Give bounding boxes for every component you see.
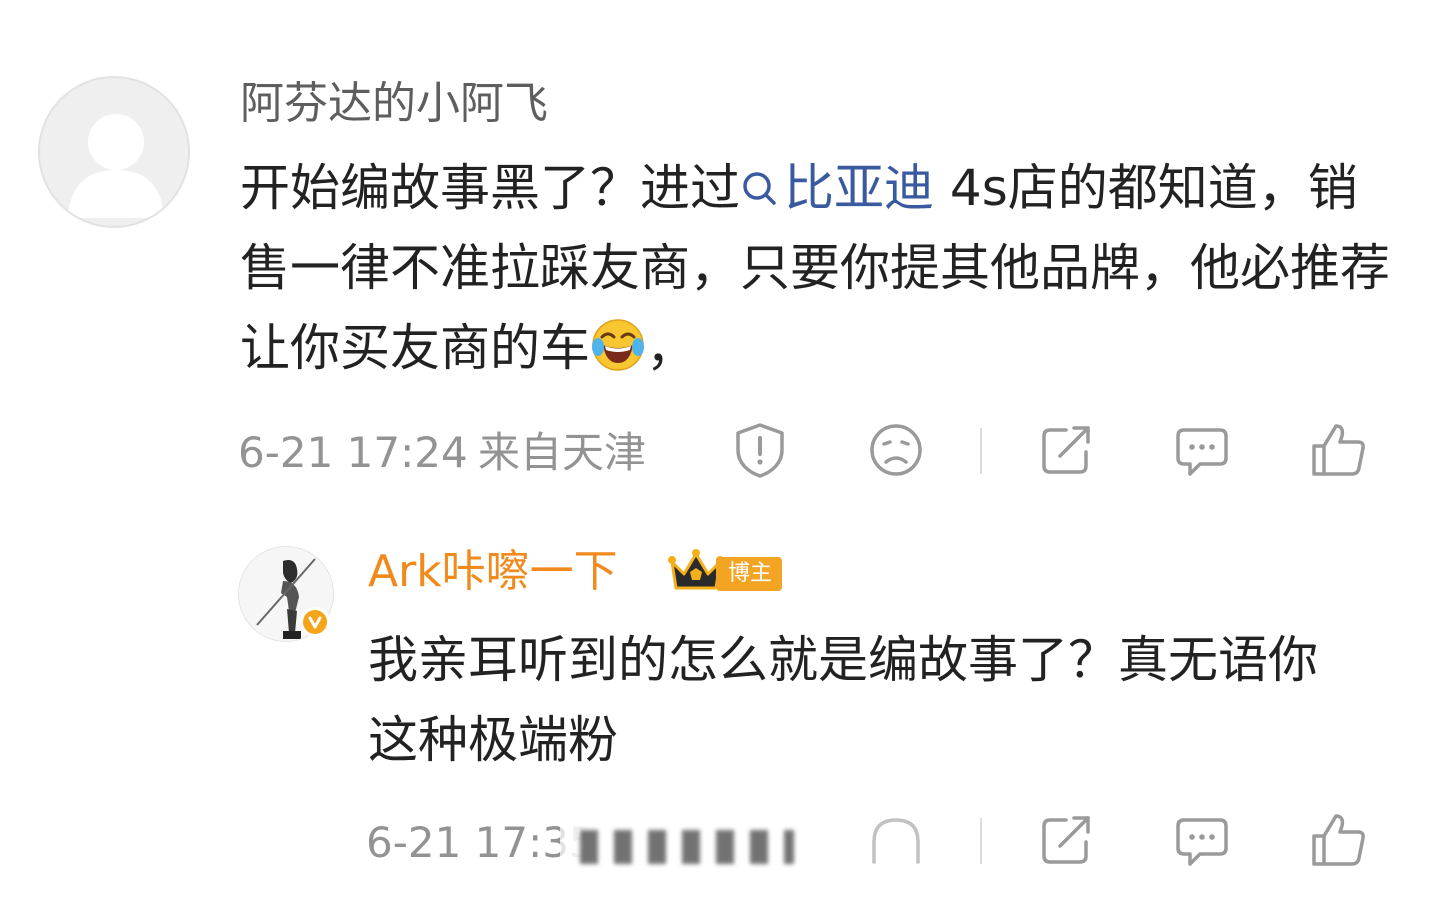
comment-text-part: ，: [646, 319, 696, 377]
report-icon: [736, 423, 784, 478]
comment-location: 来自天津: [478, 428, 647, 477]
comment-username[interactable]: Ark咔嚓一下: [368, 544, 618, 600]
blogger-badge: 博主: [716, 557, 783, 591]
dislike-icon: [870, 424, 922, 476]
default-avatar-icon: [68, 114, 164, 218]
like-button[interactable]: [1308, 810, 1368, 870]
comment-time: 6-21 17:24: [238, 428, 468, 477]
verified-badge: [300, 607, 330, 637]
comment-icon: [1176, 818, 1228, 866]
like-icon: [1312, 424, 1365, 476]
dislike-icon: [872, 818, 920, 864]
topic-label: 比亚迪: [784, 159, 934, 217]
topic-link[interactable]: 比亚迪: [740, 159, 934, 217]
dislike-button[interactable]: [866, 812, 926, 872]
avatar[interactable]: [38, 76, 190, 228]
comment-item: 阿芬达的小阿飞 开始编故事黑了？进过 比亚迪 4s店的都知道，销售一律不准拉踩友商…: [0, 0, 1430, 500]
comment-text: 我亲耳听到的怎么就是编故事了？真无语你这种极端粉: [368, 631, 1318, 769]
share-button[interactable]: [1036, 420, 1096, 480]
share-button[interactable]: [1036, 810, 1096, 870]
comment-icon: [1176, 428, 1228, 476]
like-button[interactable]: [1308, 420, 1368, 480]
action-divider: [980, 818, 982, 864]
comment-item: Ark咔嚓一下 博主 我亲耳听到的怎么就是编故事了？真无语你这种极端粉 6-21…: [0, 520, 1430, 899]
share-icon: [1042, 816, 1090, 864]
comment-text: 开始编故事黑了？进过 比亚迪 4s店的都知道，销售一律不准拉踩友商，只要你提其他品…: [240, 148, 1400, 388]
dislike-button[interactable]: [866, 420, 926, 480]
search-icon: [743, 172, 776, 205]
reply-button[interactable]: [1172, 420, 1232, 480]
blurred-text: [570, 826, 820, 866]
laugh-cry-emoji: [592, 319, 644, 371]
reply-button[interactable]: [1172, 810, 1232, 870]
comment-username[interactable]: 阿芬达的小阿飞: [240, 76, 548, 132]
like-icon: [1312, 814, 1365, 866]
comment-text-part: 开始编故事黑了？进过: [240, 159, 740, 217]
report-button[interactable]: [730, 420, 790, 480]
share-icon: [1042, 426, 1090, 474]
action-divider: [980, 428, 982, 474]
verified-v-icon: [308, 616, 322, 629]
